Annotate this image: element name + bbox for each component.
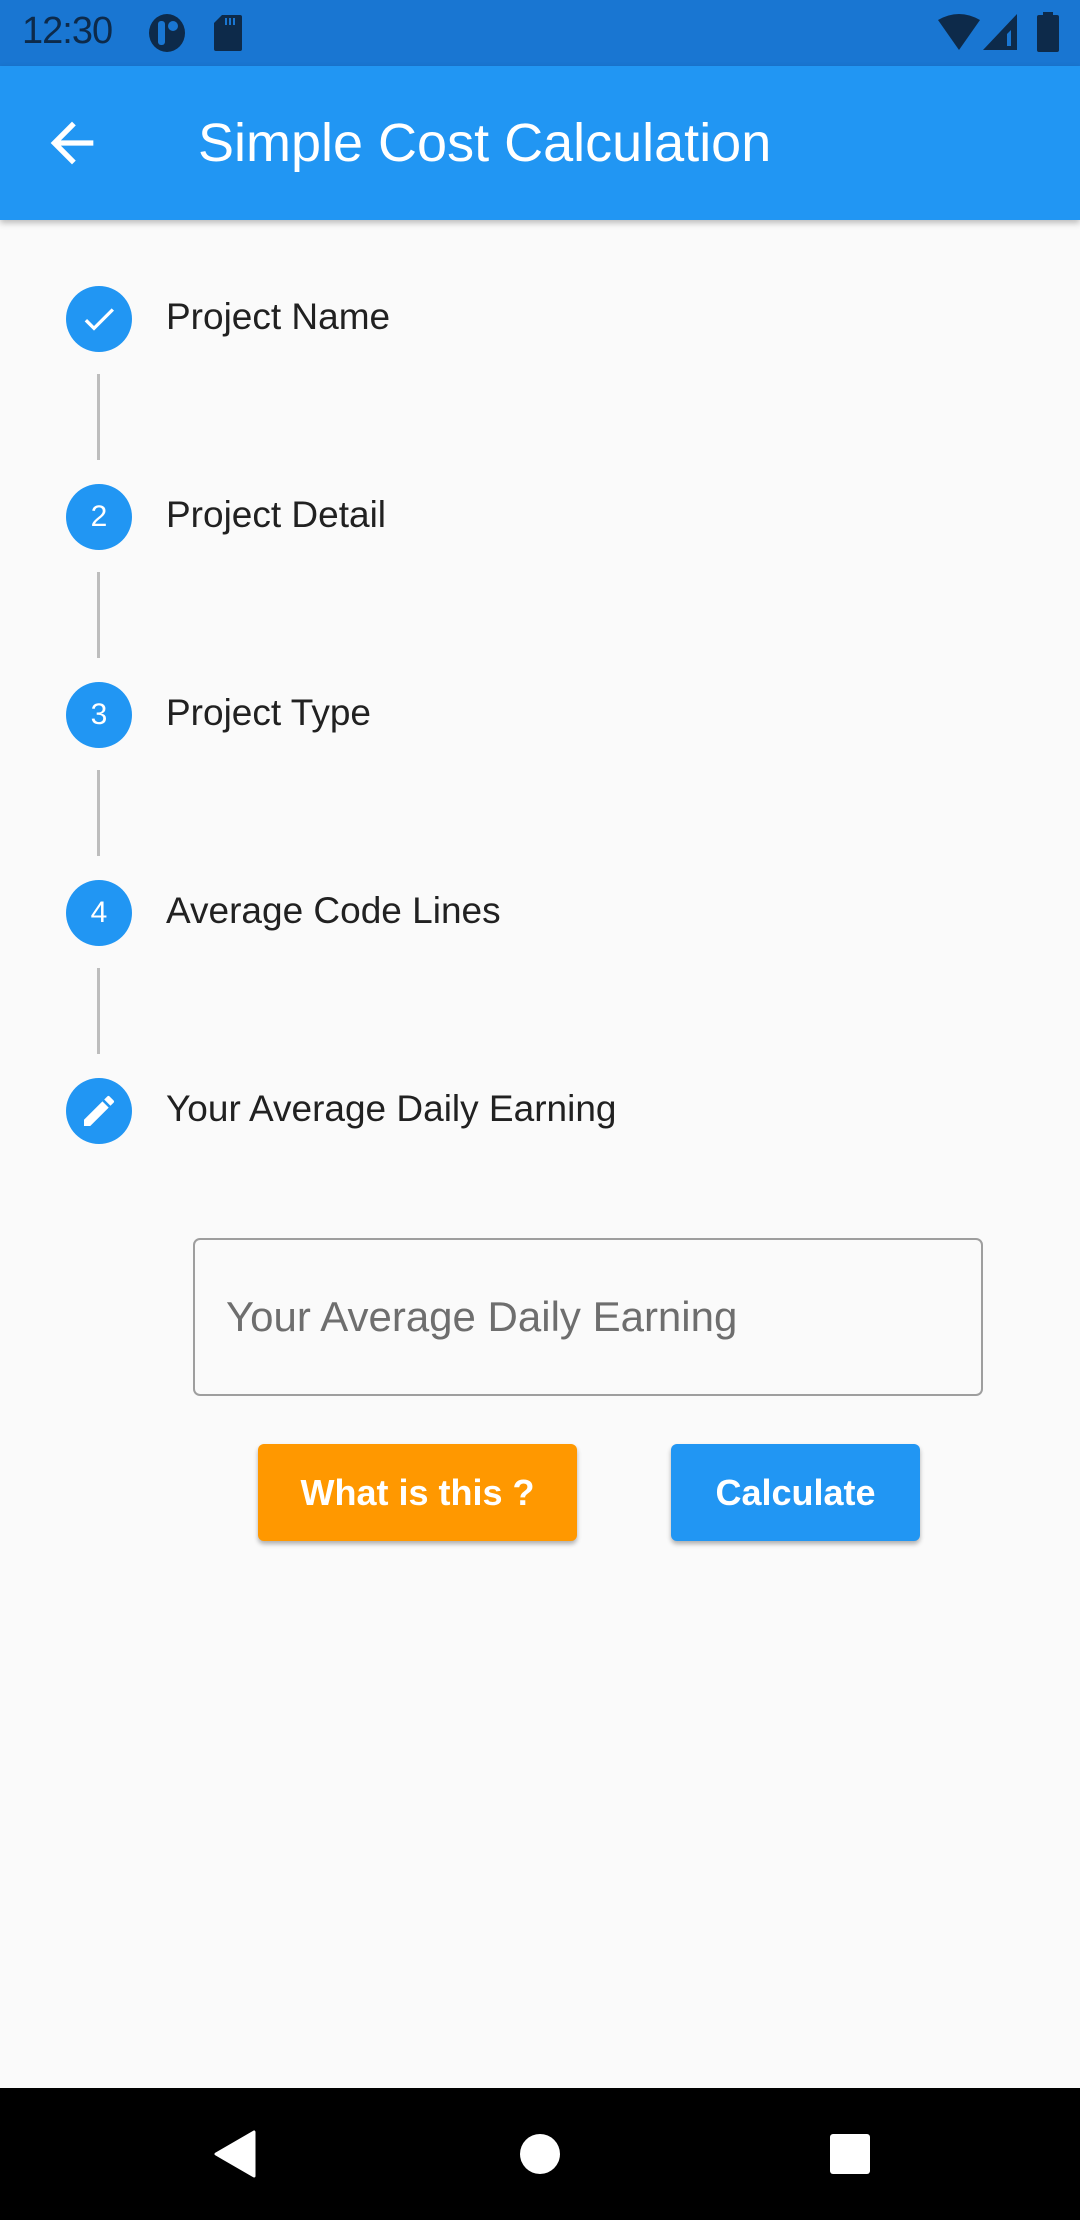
page-title: Simple Cost Calculation	[198, 113, 772, 173]
step-title: Average Code Lines	[166, 890, 501, 931]
step-connector	[97, 374, 100, 460]
nav-recents-icon	[830, 2134, 870, 2174]
daily-earning-field[interactable]	[193, 1238, 983, 1396]
back-button[interactable]	[40, 111, 104, 175]
step-indicator: 4	[66, 880, 132, 946]
cell-signal-icon	[983, 14, 1017, 50]
step-project-type[interactable]: 3 Project Type	[0, 682, 1080, 752]
nav-home-button[interactable]	[504, 2118, 576, 2190]
nav-recents-button[interactable]	[814, 2118, 886, 2190]
step-indicator: 3	[66, 682, 132, 748]
wifi-icon	[938, 14, 980, 50]
step-title: Your Average Daily Earning	[166, 1088, 617, 1129]
app-notification-icon	[149, 14, 185, 52]
daily-earning-input[interactable]	[195, 1240, 981, 1394]
step-indicator-completed	[66, 286, 132, 352]
app-bar: Simple Cost Calculation	[0, 66, 1080, 220]
step-title: Project Type	[166, 692, 371, 733]
nav-home-icon	[520, 2134, 560, 2174]
nav-back-button[interactable]	[198, 2118, 270, 2190]
pencil-icon	[84, 1095, 115, 1126]
step-connector	[97, 572, 100, 658]
check-icon	[84, 308, 114, 331]
step-indicator: 2	[66, 484, 132, 550]
step-project-name[interactable]: Project Name	[0, 286, 1080, 356]
sd-card-icon	[214, 15, 242, 51]
status-time: 12:30	[22, 10, 113, 52]
step-average-code-lines[interactable]: 4 Average Code Lines	[0, 880, 1080, 950]
calculate-button[interactable]: Calculate	[671, 1444, 920, 1541]
nav-back-icon	[214, 2130, 256, 2178]
step-title: Project Name	[166, 296, 391, 337]
step-title: Project Detail	[166, 494, 387, 535]
step-connector	[97, 770, 100, 856]
status-bar: 12:30	[0, 0, 1080, 66]
system-nav-bar	[0, 2088, 1080, 2220]
step-indicator-editing	[66, 1078, 132, 1144]
battery-icon	[1037, 12, 1059, 52]
step-connector	[97, 968, 100, 1054]
what-is-this-button[interactable]: What is this ?	[258, 1444, 577, 1541]
step-project-detail[interactable]: 2 Project Detail	[0, 484, 1080, 554]
arrow-back-icon	[50, 121, 94, 165]
step-average-daily-earning[interactable]: Your Average Daily Earning	[0, 1078, 1080, 1148]
